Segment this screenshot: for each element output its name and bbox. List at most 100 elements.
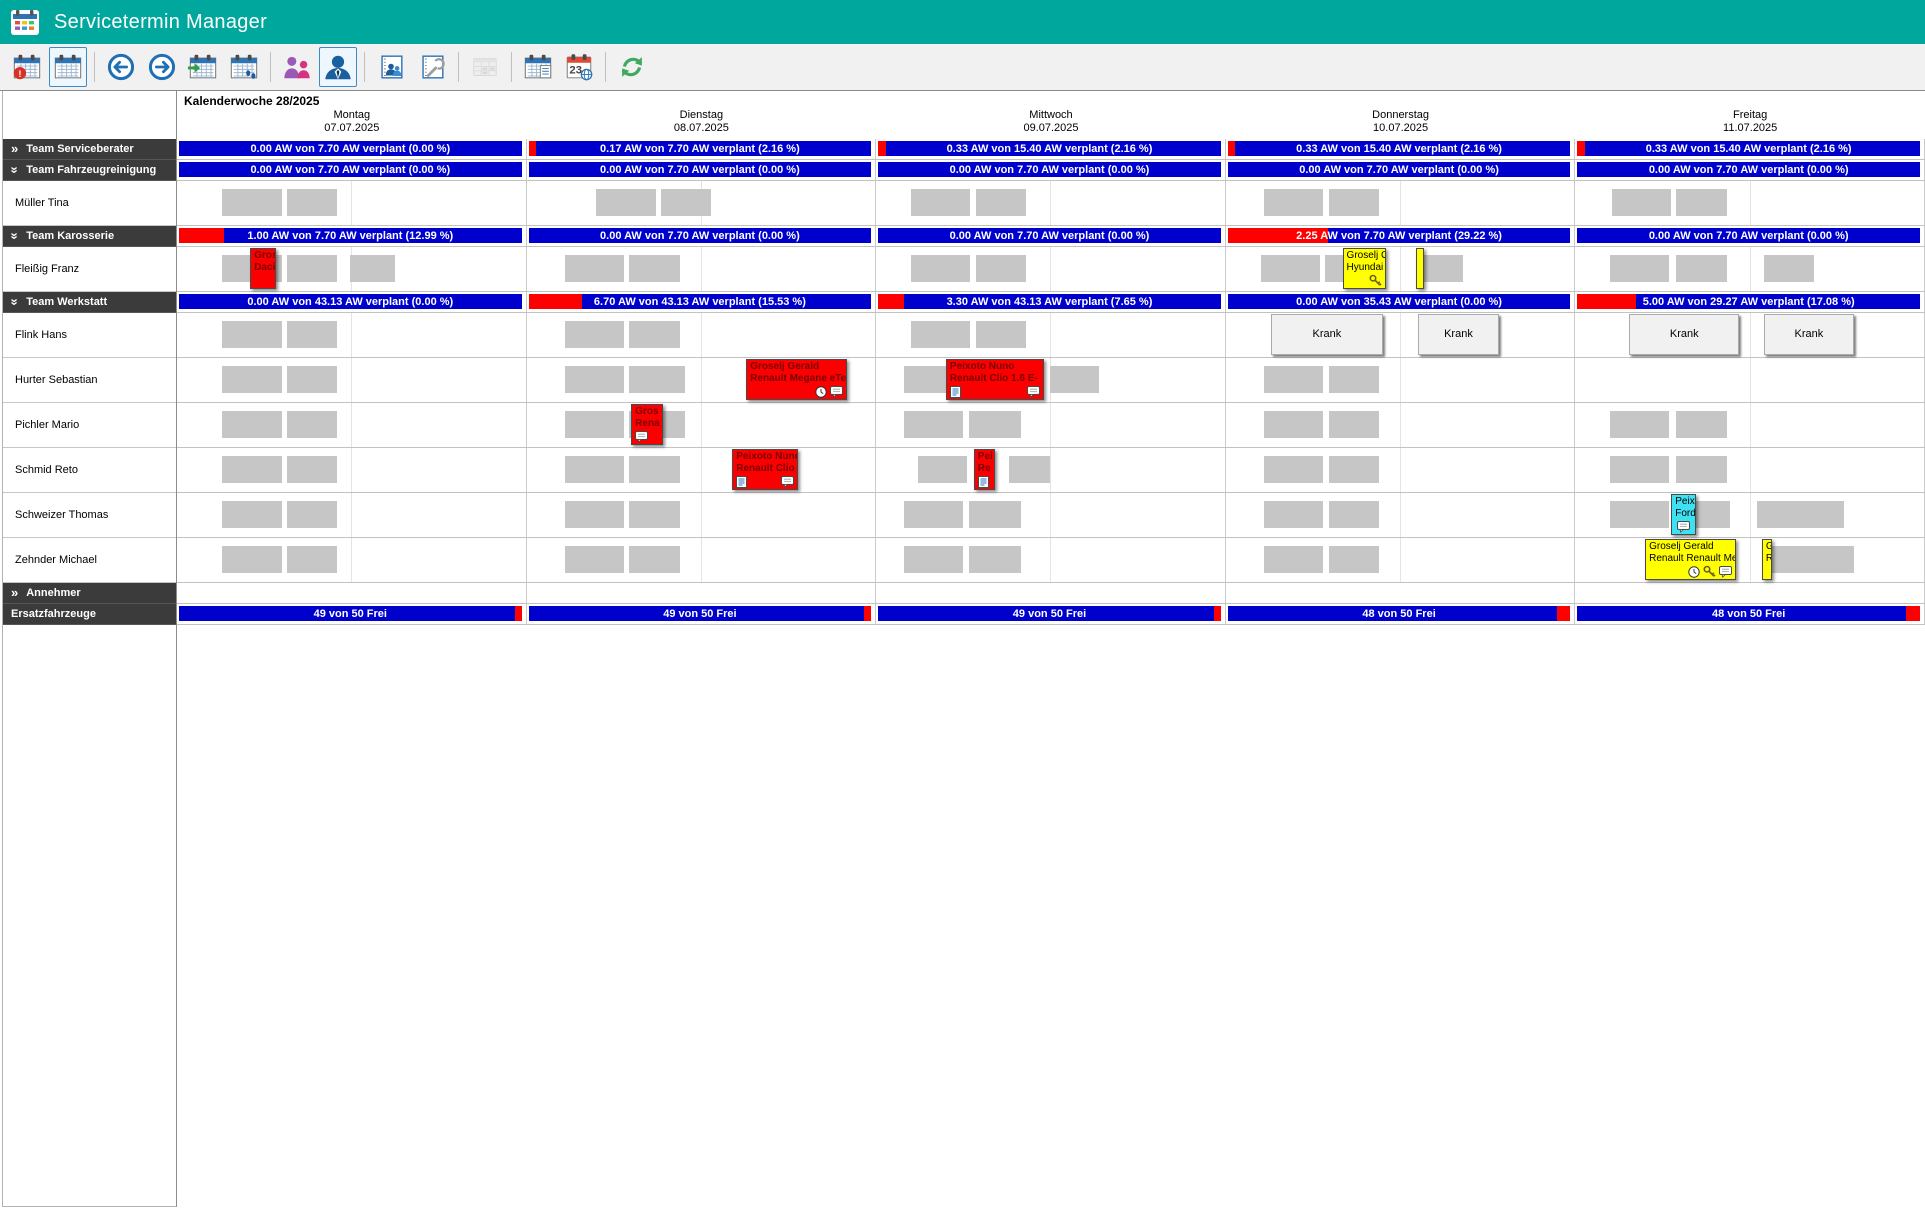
time-slot[interactable] (287, 255, 338, 282)
time-slot[interactable] (222, 456, 281, 483)
time-slot[interactable] (596, 189, 655, 216)
time-slot[interactable] (222, 321, 281, 348)
notepad-people-button[interactable] (372, 47, 410, 87)
time-slot[interactable] (1764, 255, 1815, 282)
time-slot[interactable] (222, 546, 281, 573)
time-slot[interactable] (222, 189, 281, 216)
time-slot[interactable] (222, 366, 281, 393)
time-slot[interactable] (287, 321, 338, 348)
sidebar-item-flink-hans[interactable]: Flink Hans (3, 313, 176, 358)
time-slot[interactable] (976, 189, 1027, 216)
time-slot[interactable] (969, 546, 1021, 573)
mechanics-button[interactable] (278, 47, 316, 87)
time-slot[interactable] (1612, 189, 1671, 216)
time-slot[interactable] (904, 366, 946, 393)
time-slot[interactable] (969, 501, 1021, 528)
time-slot[interactable] (1329, 366, 1380, 393)
appointment-block[interactable]: GrosDaci (250, 248, 276, 289)
appointment-block[interactable]: PeixoFord (1671, 494, 1695, 535)
time-slot[interactable] (918, 456, 967, 483)
time-slot[interactable] (287, 456, 338, 483)
time-slot[interactable] (629, 501, 680, 528)
calendar-walkin-button[interactable] (225, 47, 263, 87)
time-slot[interactable] (1009, 456, 1051, 483)
sidebar-item-schmid-reto[interactable]: Schmid Reto (3, 448, 176, 493)
time-slot[interactable] (1771, 546, 1855, 573)
time-slot[interactable] (1329, 189, 1380, 216)
time-slot[interactable] (904, 411, 963, 438)
time-slot[interactable] (976, 321, 1027, 348)
time-slot[interactable] (911, 189, 970, 216)
notepad-wrench-button[interactable] (413, 47, 451, 87)
time-slot[interactable] (1264, 501, 1323, 528)
time-slot[interactable] (287, 501, 338, 528)
sidebar-item-annehmer[interactable]: »Annehmer (3, 583, 176, 604)
sidebar-item-ersatzfahrzeuge[interactable]: Ersatzfahrzeuge (3, 604, 176, 625)
time-slot[interactable] (565, 411, 624, 438)
calendar-alert-button[interactable]: ! (8, 47, 46, 87)
time-slot[interactable] (1676, 189, 1727, 216)
time-slot[interactable] (629, 456, 680, 483)
time-slot[interactable] (1264, 456, 1323, 483)
time-slot[interactable] (1329, 546, 1380, 573)
appointment-block[interactable] (1416, 248, 1424, 289)
time-slot[interactable] (629, 546, 680, 573)
calendar-week-button[interactable] (49, 47, 87, 87)
time-slot[interactable] (1676, 411, 1727, 438)
time-slot[interactable] (661, 189, 712, 216)
time-slot[interactable] (565, 501, 624, 528)
time-slot[interactable] (969, 411, 1021, 438)
sidebar-item-pichler-mario[interactable]: Pichler Mario (3, 403, 176, 448)
time-slot[interactable] (1610, 501, 1669, 528)
time-slot[interactable] (629, 366, 685, 393)
nav-back-button[interactable] (102, 47, 140, 87)
sidebar-item-schweizer-thomas[interactable]: Schweizer Thomas (3, 493, 176, 538)
absence-block[interactable]: Krank (1764, 314, 1855, 355)
absence-block[interactable]: Krank (1629, 314, 1739, 355)
time-slot[interactable] (222, 501, 281, 528)
time-slot[interactable] (1264, 189, 1323, 216)
sidebar-item-team-karosserie[interactable]: »Team Karosserie (3, 226, 176, 247)
appointment-block[interactable]: Peixoto NunoRenault Clio 1.6 E- (946, 359, 1044, 400)
time-slot[interactable] (287, 366, 338, 393)
time-slot[interactable] (911, 321, 970, 348)
time-slot[interactable] (1610, 255, 1669, 282)
time-slot[interactable] (629, 255, 680, 282)
time-slot[interactable] (1264, 411, 1323, 438)
time-slot[interactable] (565, 456, 624, 483)
time-slot[interactable] (565, 255, 624, 282)
calendar-goto-button[interactable] (184, 47, 222, 87)
refresh-button[interactable] (613, 47, 651, 87)
time-slot[interactable] (904, 501, 963, 528)
time-slot[interactable] (1329, 411, 1380, 438)
appointment-block[interactable]: PeiRe (974, 449, 995, 490)
time-slot[interactable] (287, 189, 338, 216)
appointment-block[interactable]: Groselj GeraldRenault Renault Meg (1645, 539, 1736, 580)
sidebar-item-team-fahrzeugreinigung[interactable]: »Team Fahrzeugreinigung (3, 160, 176, 181)
time-slot[interactable] (565, 546, 624, 573)
absence-block[interactable]: Krank (1418, 314, 1500, 355)
time-slot[interactable] (565, 321, 624, 348)
sidebar-item-müller-tina[interactable]: Müller Tina (3, 181, 176, 226)
time-slot[interactable] (1676, 255, 1727, 282)
time-slot[interactable] (1676, 456, 1727, 483)
time-slot[interactable] (1050, 366, 1099, 393)
appointment-block[interactable]: Groselj GeraldRenault Megane eTech (746, 359, 847, 400)
appointment-block[interactable]: Peixoto NunoRenault Clio 1.6 (732, 449, 798, 490)
time-slot[interactable] (350, 255, 395, 282)
time-slot[interactable] (287, 546, 338, 573)
sidebar-item-hurter-sebastian[interactable]: Hurter Sebastian (3, 358, 176, 403)
time-slot[interactable] (1757, 501, 1844, 528)
person-button[interactable] (319, 47, 357, 87)
time-slot[interactable] (904, 546, 963, 573)
sidebar-item-team-werkstatt[interactable]: »Team Werkstatt (3, 292, 176, 313)
calendar-report-button[interactable] (519, 47, 557, 87)
appointment-block[interactable]: GR (1762, 539, 1772, 580)
time-slot[interactable] (976, 255, 1027, 282)
calendar-globe-button[interactable]: 23 (560, 47, 598, 87)
time-slot[interactable] (1329, 456, 1380, 483)
time-slot[interactable] (1418, 255, 1463, 282)
nav-forward-button[interactable] (143, 47, 181, 87)
absence-block[interactable]: Krank (1271, 314, 1383, 355)
time-slot[interactable] (911, 255, 970, 282)
